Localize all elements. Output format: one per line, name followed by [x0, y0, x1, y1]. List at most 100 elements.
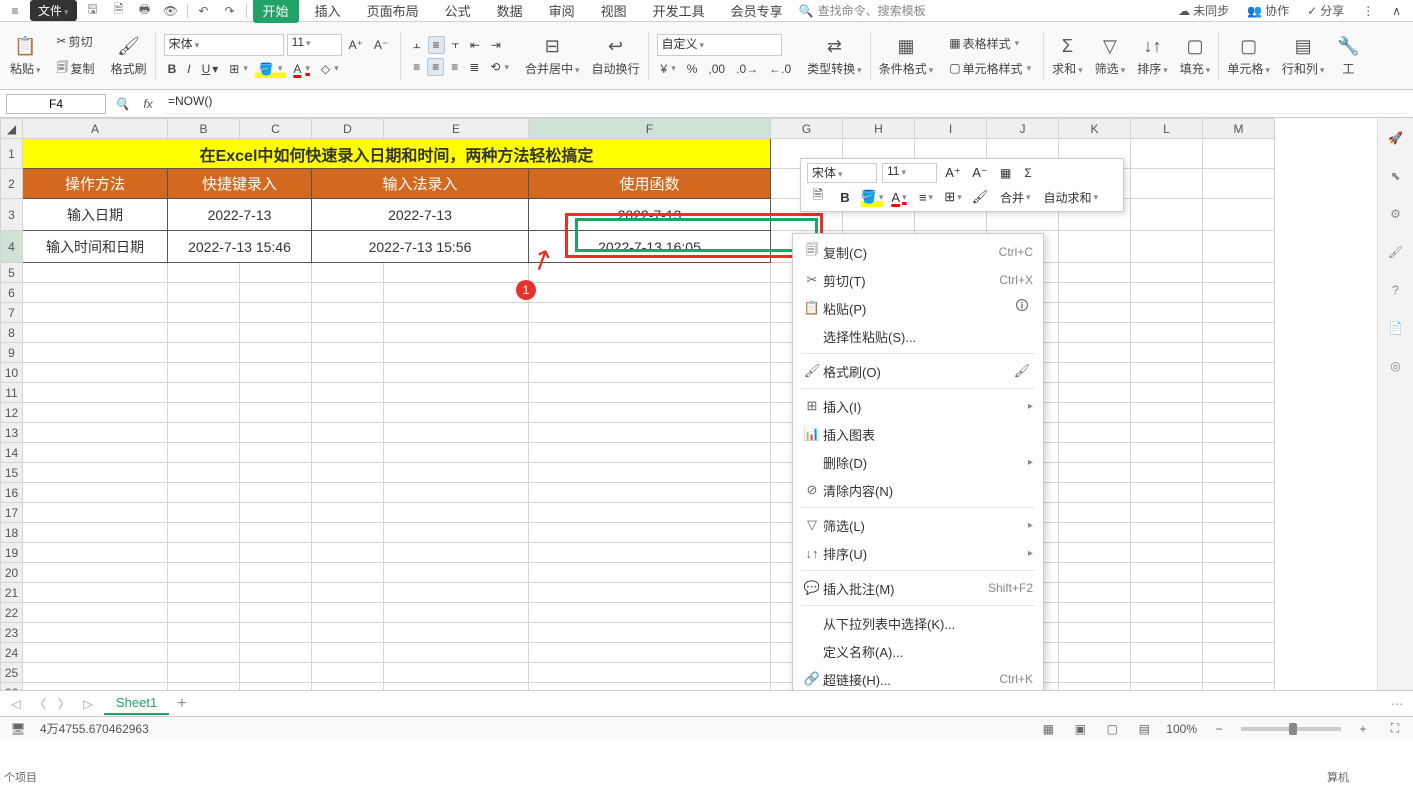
- side-rocket-icon[interactable]: 🚀: [1386, 128, 1406, 148]
- comma-icon[interactable]: ,00: [704, 60, 729, 78]
- collapse-ribbon-icon[interactable]: ∧: [1386, 2, 1407, 20]
- side-help-icon[interactable]: ?: [1386, 280, 1406, 300]
- mini-align-icon[interactable]: ≡: [915, 187, 937, 207]
- fill-button[interactable]: ▢填充: [1176, 32, 1215, 79]
- menu-paste-special[interactable]: 选择性粘贴(S)...: [793, 322, 1043, 350]
- tabs-more-icon[interactable]: ⋯: [1389, 697, 1405, 711]
- format-painter-button[interactable]: 🖌格式刷: [107, 32, 151, 79]
- italic-button[interactable]: I: [183, 60, 194, 78]
- rowcol-button[interactable]: ▤行和列: [1278, 32, 1329, 79]
- cell-DE2[interactable]: 输入法录入: [312, 169, 529, 199]
- collab-button[interactable]: 👥 协作: [1241, 0, 1295, 21]
- preview-icon[interactable]: 👁: [161, 2, 181, 20]
- tab-nav-prev[interactable]: 〈: [32, 695, 48, 712]
- status-mode-icon[interactable]: 🖥: [8, 720, 28, 738]
- mini-border-icon[interactable]: ⊞: [942, 187, 964, 207]
- view-normal-icon[interactable]: ▦: [1038, 720, 1058, 738]
- share-button[interactable]: ✓ 分享: [1301, 0, 1350, 21]
- align-right-icon[interactable]: ≡: [447, 58, 462, 76]
- sheet-tab-1[interactable]: Sheet1: [104, 692, 169, 715]
- tab-start[interactable]: 开始: [253, 0, 299, 23]
- cell-F2[interactable]: 使用函数: [529, 169, 771, 199]
- mini-font-color-icon[interactable]: A: [888, 187, 910, 207]
- select-all-corner[interactable]: ◢: [1, 119, 23, 139]
- view-page-icon[interactable]: ▣: [1070, 720, 1090, 738]
- tab-formula[interactable]: 公式: [435, 0, 481, 23]
- align-middle-icon[interactable]: ≡: [428, 36, 445, 54]
- more-menu-icon[interactable]: ⋮: [1356, 2, 1380, 20]
- tab-nav-last[interactable]: ▷: [80, 697, 96, 711]
- mini-inc-font-icon[interactable]: A⁺: [942, 163, 964, 183]
- cell-BC2[interactable]: 快捷键录入: [168, 169, 312, 199]
- cell-DE4[interactable]: 2022-7-13 15:56: [312, 231, 529, 263]
- increase-indent-icon[interactable]: ⇥: [487, 36, 505, 54]
- menu-copy[interactable]: 🗐复制(C)Ctrl+C: [793, 238, 1043, 266]
- table-style-button[interactable]: ▦ 表格样式: [945, 33, 1035, 54]
- align-justify-icon[interactable]: ≣: [465, 58, 483, 76]
- formula-input[interactable]: =NOW(): [164, 94, 1407, 114]
- cell-F4[interactable]: 2022-7-13 16:05: [529, 231, 771, 263]
- tab-member[interactable]: 会员专享: [721, 0, 793, 23]
- print-icon[interactable]: 🖶: [135, 2, 155, 20]
- menu-cut[interactable]: ✂剪切(T)Ctrl+X: [793, 266, 1043, 294]
- mini-bold-icon[interactable]: B: [834, 187, 856, 207]
- zoom-in-button[interactable]: +: [1353, 720, 1373, 738]
- cell-A3[interactable]: 输入日期: [23, 199, 168, 231]
- dec-decimal-icon[interactable]: ←.0: [765, 60, 795, 78]
- font-size-combo[interactable]: 11: [287, 34, 342, 56]
- file-menu[interactable]: 文件: [30, 0, 77, 21]
- align-top-icon[interactable]: ⫠: [409, 35, 424, 54]
- menu-define-name[interactable]: 定义名称(A)...: [793, 637, 1043, 665]
- tab-nav-first[interactable]: ◁: [8, 697, 24, 711]
- redo-icon[interactable]: ↷: [220, 2, 240, 20]
- zoom-slider[interactable]: [1241, 727, 1341, 731]
- type-convert-button[interactable]: ⇄类型转换: [803, 32, 866, 79]
- tab-dev-tools[interactable]: 开发工具: [643, 0, 715, 23]
- cut-button[interactable]: ✂ 剪切: [53, 31, 99, 52]
- column-headers[interactable]: ◢ ABCDEFGHIJKLM: [1, 119, 1275, 139]
- cell-BC4[interactable]: 2022-7-13 15:46: [168, 231, 312, 263]
- mini-merge-button[interactable]: ▦: [996, 163, 1015, 183]
- sort-button[interactable]: ↓↑排序: [1133, 32, 1172, 79]
- menu-insert-chart[interactable]: 📊插入图表: [793, 420, 1043, 448]
- name-box[interactable]: [6, 94, 106, 114]
- title-cell[interactable]: 在Excel中如何快速录入日期和时间，两种方法轻松搞定: [23, 139, 771, 169]
- mini-autosum-text[interactable]: 自动求和: [1040, 187, 1103, 207]
- menu-clear[interactable]: ⊘清除内容(N): [793, 476, 1043, 504]
- view-break-icon[interactable]: ▢: [1102, 720, 1122, 738]
- side-brush-icon[interactable]: 🖌: [1386, 242, 1406, 262]
- tab-data[interactable]: 数据: [487, 0, 533, 23]
- menu-paste[interactable]: 📋粘贴(P)🛈: [793, 294, 1043, 322]
- search-box[interactable]: 🔍 查找命令、搜索模板: [799, 2, 926, 19]
- view-read-icon[interactable]: ▤: [1134, 720, 1154, 738]
- cell-A2[interactable]: 操作方法: [23, 169, 168, 199]
- fullscreen-icon[interactable]: ⛶: [1385, 720, 1405, 738]
- currency-icon[interactable]: ¥: [657, 60, 680, 78]
- tab-insert[interactable]: 插入: [305, 0, 351, 23]
- cell-F3[interactable]: 2022-7-13: [529, 199, 771, 231]
- clear-format-button[interactable]: ◇: [317, 60, 343, 78]
- inc-decimal-icon[interactable]: .0→: [732, 60, 762, 78]
- align-bottom-icon[interactable]: ⫟: [448, 35, 463, 54]
- align-left-icon[interactable]: ≡: [409, 58, 424, 76]
- mini-dec-font-icon[interactable]: A⁻: [969, 163, 991, 183]
- fill-color-button[interactable]: 🪣: [255, 60, 286, 78]
- mini-brush-icon[interactable]: 🖌: [969, 187, 991, 207]
- cancel-formula-icon[interactable]: 🔍: [112, 94, 132, 114]
- sync-status[interactable]: ☁ 未同步: [1172, 0, 1235, 21]
- tab-view[interactable]: 视图: [591, 0, 637, 23]
- percent-icon[interactable]: %: [683, 60, 702, 78]
- tools-button[interactable]: 🔧工: [1332, 32, 1364, 79]
- wrap-text-button[interactable]: ↩自动换行: [588, 32, 644, 79]
- save-icon[interactable]: 🖫: [83, 2, 103, 20]
- mini-merge-text[interactable]: 合并: [996, 187, 1035, 207]
- fx-icon[interactable]: fx: [138, 94, 158, 114]
- mini-font-combo[interactable]: 宋体: [807, 163, 877, 183]
- menu-icon[interactable]: ≡: [6, 2, 24, 20]
- mini-size-combo[interactable]: 11: [882, 163, 937, 183]
- add-sheet-button[interactable]: +: [177, 695, 186, 713]
- decrease-indent-icon[interactable]: ⇤: [466, 36, 484, 54]
- sum-button[interactable]: Σ求和: [1048, 32, 1087, 79]
- menu-format-brush[interactable]: 🖌格式刷(O)🖌: [793, 357, 1043, 385]
- filter-button[interactable]: ▽筛选: [1091, 32, 1130, 79]
